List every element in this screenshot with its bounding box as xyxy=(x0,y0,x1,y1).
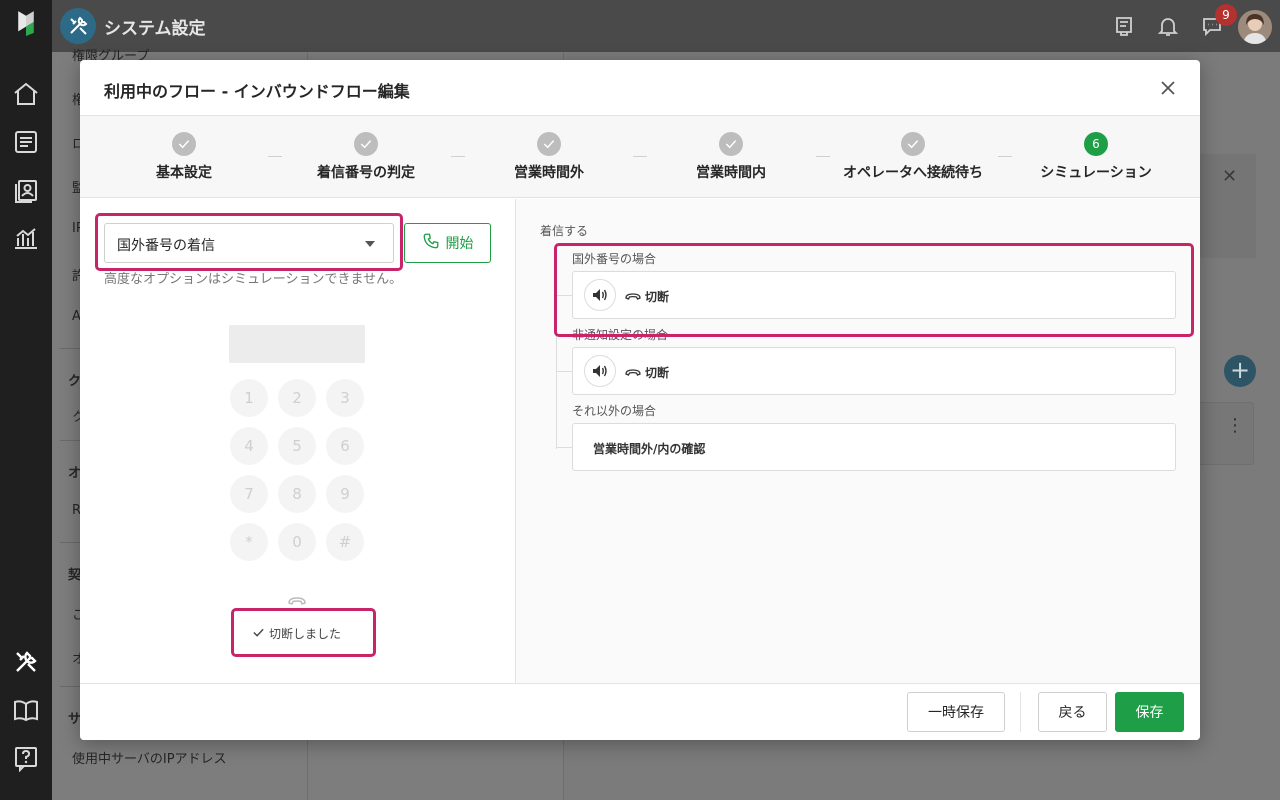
step-basic[interactable]: 基本設定 xyxy=(104,132,264,182)
scenario-select[interactable]: 国外番号の着信 xyxy=(104,223,394,263)
tools-icon[interactable] xyxy=(12,648,40,676)
notification-badge: 9 xyxy=(1215,4,1237,26)
step-label: オペレータへ接続待ち xyxy=(843,165,983,181)
case-label: 非通知設定の場合 xyxy=(572,328,669,342)
modal-footer: 一時保存 戻る 保存 xyxy=(80,683,1200,740)
caret-down-icon xyxy=(365,241,375,247)
analytics-icon[interactable] xyxy=(12,224,40,252)
scenario-select-value: 国外番号の着信 xyxy=(117,238,215,254)
tree-line xyxy=(556,295,572,296)
background-close-icon: ✕ xyxy=(1222,166,1238,187)
step-label: 基本設定 xyxy=(156,165,212,181)
step-operator-wait[interactable]: オペレータへ接続待ち xyxy=(833,132,993,182)
contacts-icon[interactable] xyxy=(12,176,40,204)
case-action: 切断 xyxy=(645,366,670,380)
check-icon xyxy=(901,132,925,156)
modal-header: 利用中のフロー - インバウンドフロー編集 xyxy=(80,60,1200,116)
keypad-key[interactable]: 8 xyxy=(278,475,316,513)
case-action: 切断 xyxy=(645,290,670,304)
step-number-check[interactable]: 着信番号の判定 xyxy=(286,132,446,182)
start-button-label: 開始 xyxy=(445,236,474,252)
modal-title: 利用中のフロー - インバウンドフロー編集 xyxy=(104,82,410,101)
step-separator xyxy=(268,156,282,157)
step-label: 着信番号の判定 xyxy=(317,165,415,181)
brand-logo-icon[interactable] xyxy=(12,8,40,44)
tree-line xyxy=(556,243,557,449)
keypad-key[interactable]: 3 xyxy=(326,379,364,417)
speaker-icon[interactable] xyxy=(584,279,616,311)
phone-icon xyxy=(422,232,440,254)
help-icon[interactable] xyxy=(12,744,40,773)
back-button[interactable]: 戻る xyxy=(1038,692,1107,732)
menu-item: 使用中サーバのIPアドレス xyxy=(72,752,227,767)
keypad-key[interactable]: 2 xyxy=(278,379,316,417)
step-label: 営業時間内 xyxy=(696,165,766,181)
step-separator xyxy=(816,156,830,157)
keypad-key[interactable]: * xyxy=(230,523,268,561)
list-icon[interactable] xyxy=(12,128,40,156)
step-number: 6 xyxy=(1084,132,1108,156)
keypad-key[interactable]: 5 xyxy=(278,427,316,465)
step-separator xyxy=(451,156,465,157)
start-button[interactable]: 開始 xyxy=(404,223,491,263)
keypad-key[interactable]: 1 xyxy=(230,379,268,417)
background-add-icon: + xyxy=(1224,355,1256,387)
call-status-text: 切断しました xyxy=(269,627,342,641)
hangup-icon xyxy=(625,366,641,380)
flow-case-card[interactable]: 切断 xyxy=(572,347,1176,395)
announcement-icon[interactable] xyxy=(1112,14,1136,38)
keypad-key[interactable]: 4 xyxy=(230,427,268,465)
simulator-pane: 国外番号の着信 開始 高度なオプションはシミュレーションできません。 1 2 3… xyxy=(80,199,516,683)
close-icon[interactable] xyxy=(1156,76,1180,100)
case-action: 営業時間外/内の確認 xyxy=(593,442,706,456)
step-label: シミュレーション xyxy=(1040,165,1152,181)
background-more-icon: ⋮ xyxy=(1226,415,1244,436)
check-icon xyxy=(252,626,265,642)
flow-tree-pane: 着信する 国外番号の場合 切断 非通知設定の場合 切断 それ以外の場合 営業時間… xyxy=(516,199,1200,683)
tree-line xyxy=(556,447,572,448)
check-icon xyxy=(354,132,378,156)
step-separator xyxy=(633,156,647,157)
top-bar: システム設定 xyxy=(52,0,1280,52)
flow-root-label: 着信する xyxy=(540,224,589,238)
settings-tools-icon xyxy=(60,8,96,44)
step-label: 営業時間外 xyxy=(514,165,584,181)
save-button[interactable]: 保存 xyxy=(1115,692,1184,732)
case-label: それ以外の場合 xyxy=(572,404,657,418)
simulation-note: 高度なオプションはシミュレーションできません。 xyxy=(104,272,403,287)
step-off-hours[interactable]: 営業時間外 xyxy=(469,132,629,182)
flow-edit-modal: 利用中のフロー - インバウンドフロー編集 基本設定 着信番号の判定 営業時間外… xyxy=(80,60,1200,740)
divider xyxy=(1020,692,1021,732)
check-icon xyxy=(719,132,743,156)
keypad-key[interactable]: 6 xyxy=(326,427,364,465)
dial-display xyxy=(229,325,365,363)
check-icon xyxy=(172,132,196,156)
tree-line xyxy=(556,371,572,372)
step-separator xyxy=(998,156,1012,157)
keypad-key[interactable]: 7 xyxy=(230,475,268,513)
home-icon[interactable] xyxy=(12,80,40,108)
speaker-icon[interactable] xyxy=(584,355,616,387)
temp-save-button[interactable]: 一時保存 xyxy=(907,692,1005,732)
case-label: 国外番号の場合 xyxy=(572,252,657,266)
hangup-icon xyxy=(625,290,641,304)
call-status: 切断しました xyxy=(231,608,376,657)
keypad-key[interactable]: 0 xyxy=(278,523,316,561)
flow-case-card[interactable]: 切断 xyxy=(572,271,1176,319)
page-title: システム設定 xyxy=(104,19,206,39)
check-icon xyxy=(537,132,561,156)
hangup-icon[interactable] xyxy=(287,593,307,607)
step-business-hours[interactable]: 営業時間内 xyxy=(651,132,811,182)
step-simulation[interactable]: 6 シミュレーション xyxy=(1016,132,1176,182)
left-rail xyxy=(0,0,52,800)
keypad-key[interactable]: # xyxy=(326,523,364,561)
keypad-key[interactable]: 9 xyxy=(326,475,364,513)
book-icon[interactable] xyxy=(12,696,40,724)
flow-case-card[interactable]: 営業時間外/内の確認 xyxy=(572,423,1176,471)
bell-icon[interactable] xyxy=(1156,14,1180,38)
user-avatar[interactable] xyxy=(1238,10,1272,44)
